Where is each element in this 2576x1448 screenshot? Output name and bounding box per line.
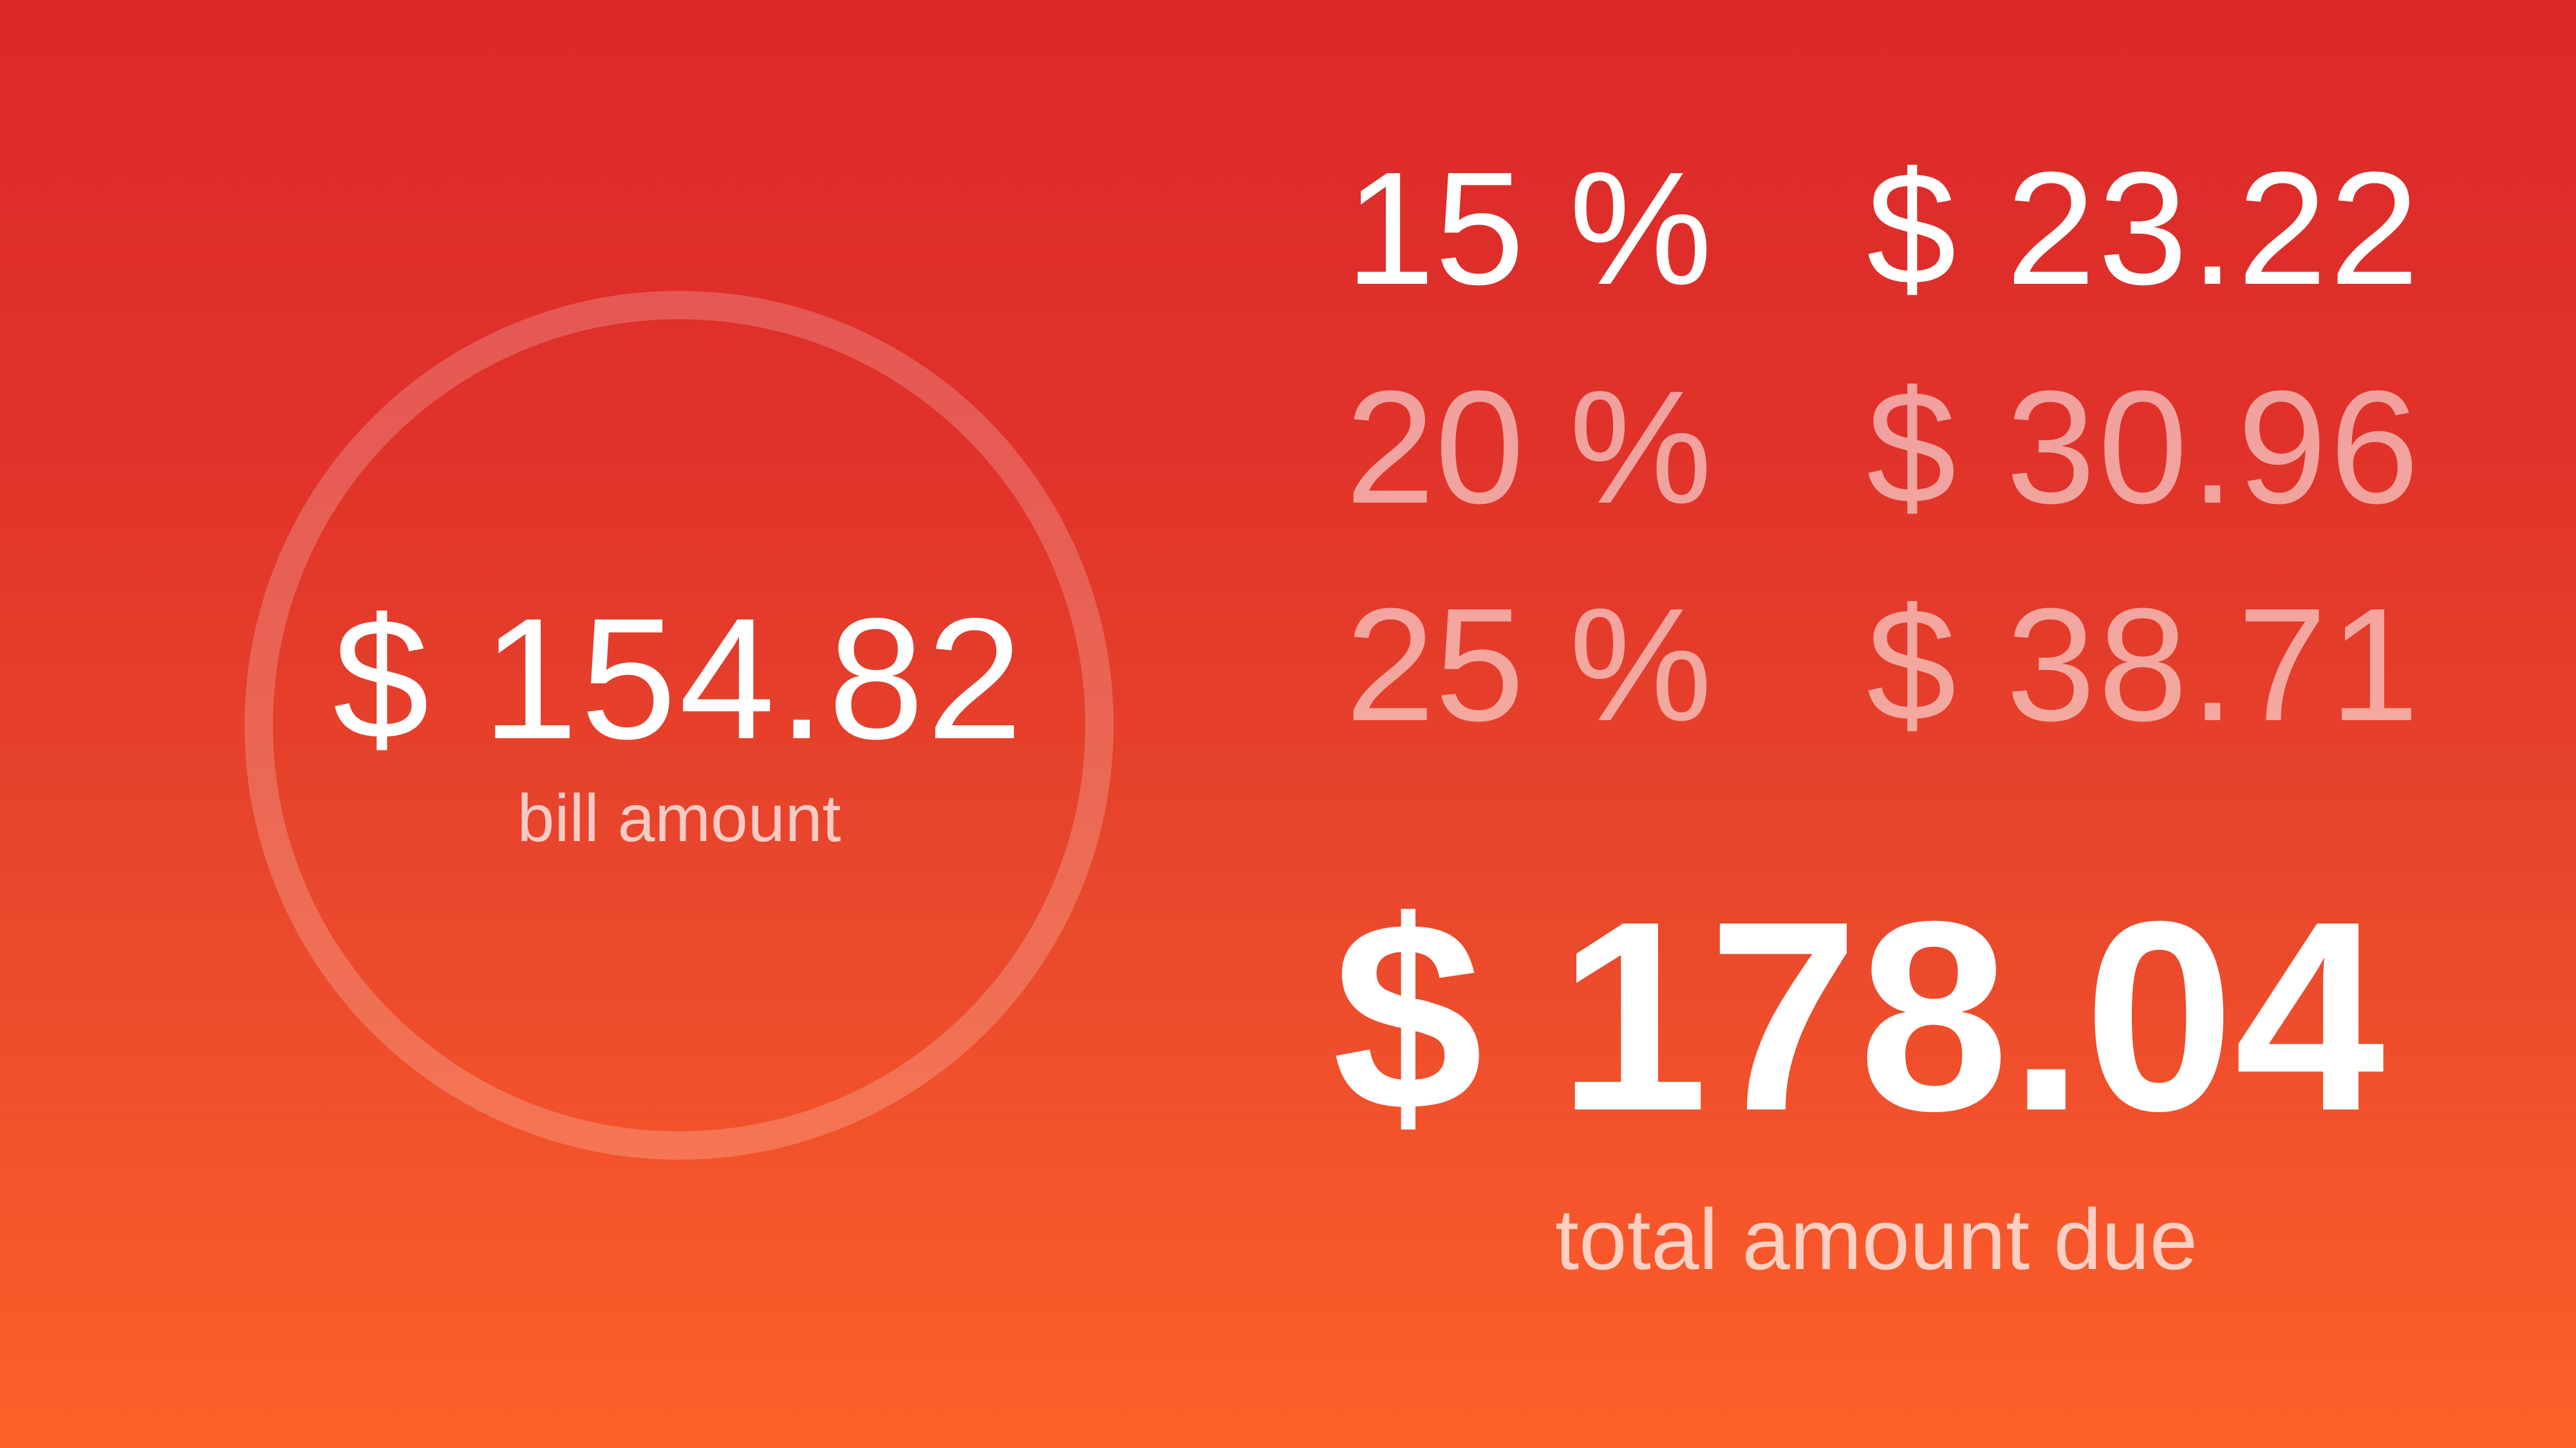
tip-amount: $ 23.22 bbox=[1867, 138, 2422, 318]
tip-percent: 15 % bbox=[1345, 138, 1712, 318]
tip-option-25[interactable]: 25 % $ 38.71 bbox=[1287, 584, 2446, 777]
tip-amount: $ 38.71 bbox=[1867, 575, 2422, 754]
tip-option-15[interactable]: 15 % $ 23.22 bbox=[1287, 148, 2446, 341]
tip-amount: $ 30.96 bbox=[1867, 357, 2422, 537]
total-amount-label: total amount due bbox=[1554, 1192, 2198, 1288]
tip-percent: 20 % bbox=[1345, 357, 1712, 537]
total-amount-value: $ 178.04 bbox=[1332, 866, 2385, 1167]
tip-option-20[interactable]: 20 % $ 30.96 bbox=[1287, 367, 2446, 560]
tip-percent: 25 % bbox=[1345, 575, 1712, 754]
bill-amount-label: bill amount bbox=[517, 781, 841, 856]
bill-amount-value[interactable]: $ 154.82 bbox=[245, 592, 1114, 765]
